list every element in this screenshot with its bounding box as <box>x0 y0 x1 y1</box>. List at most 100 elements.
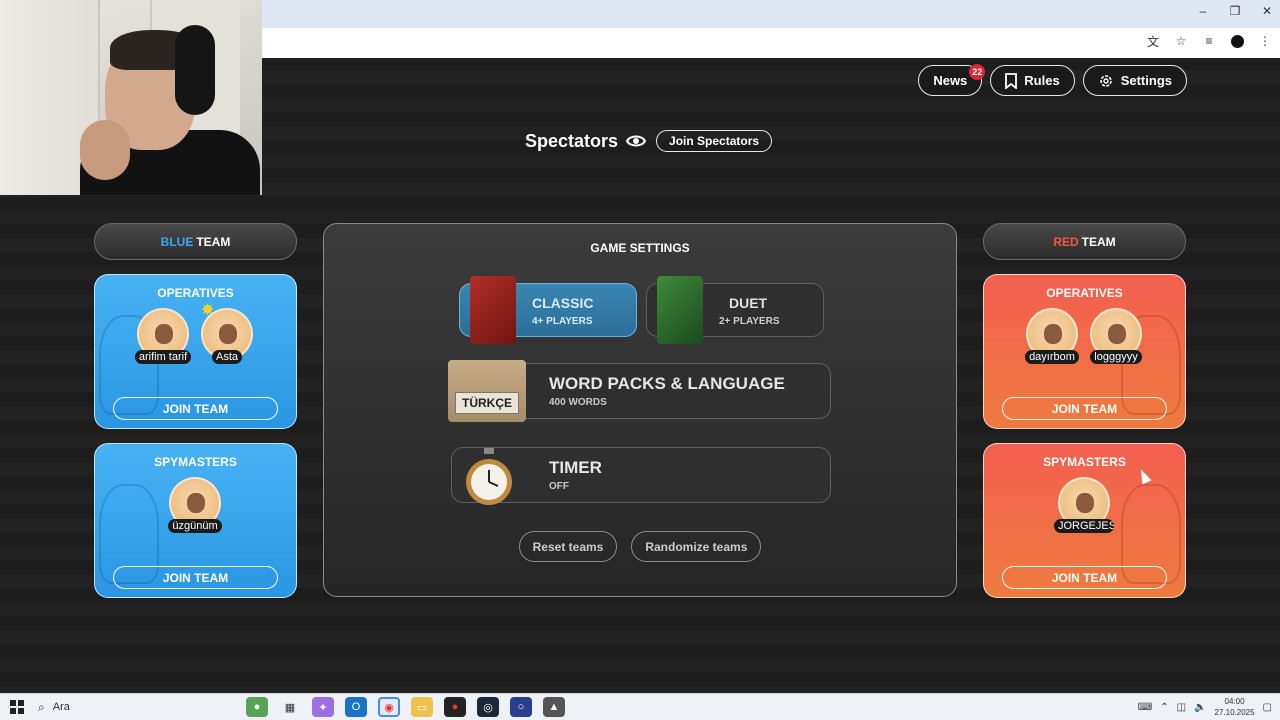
join-blue-operatives-button[interactable]: JOIN TEAM <box>113 397 278 420</box>
notifications-icon[interactable]: ▢ <box>1263 702 1272 713</box>
red-team-color-word: RED <box>1053 234 1079 249</box>
player-card: logggyyy <box>1086 308 1146 379</box>
player-name: Asta <box>211 350 242 364</box>
timer-label: TIMER <box>549 458 602 477</box>
player-card: JORGEJES <box>1054 477 1114 548</box>
window-controls: – ❐ ✕ <box>1196 4 1274 18</box>
mode-duet-label: DUET <box>729 295 768 311</box>
panel-title: OPERATIVES <box>1046 286 1123 300</box>
blue-operatives-panel: OPERATIVES arifim tarif ✸ Asta JOIN TEAM <box>94 274 297 429</box>
timer-sub: OFF <box>549 481 569 492</box>
outlook-icon[interactable]: O <box>345 697 367 717</box>
taskbar: ⌕ Ara ● ▦ ✦ O ◉ ▭ ● ◎ ○ ▲ ⌨ ⌃ ◫ 🔈 04:00 … <box>0 693 1280 720</box>
stopwatch-icon <box>466 448 512 505</box>
panel-title: SPYMASTERS <box>1043 455 1126 469</box>
word-packs-setting[interactable]: TÜRKÇE WORD PACKS & LANGUAGE 400 WORDS <box>448 360 831 422</box>
news-label: News <box>933 73 968 88</box>
taskbar-search[interactable]: ⌕ Ara <box>38 697 224 718</box>
steam-icon[interactable]: ◎ <box>477 697 499 717</box>
task-view-icon[interactable]: ▦ <box>279 697 301 717</box>
game-settings-title: GAME SETTINGS <box>590 241 690 255</box>
webcam-overlay <box>0 0 262 195</box>
rules-label: Rules <box>1024 73 1060 88</box>
player-card: üzgünüm <box>165 477 225 548</box>
media-icon[interactable]: ≡ <box>1202 34 1216 48</box>
browser-address-bar[interactable]: 文 ☆ ≡ ⋮ <box>260 28 1280 58</box>
mode-classic-sub: 4+ PLAYERS <box>532 316 593 327</box>
eye-icon <box>626 135 647 147</box>
gear-icon <box>1099 74 1112 87</box>
join-red-operatives-button[interactable]: JOIN TEAM <box>1002 397 1167 420</box>
bookmark-star-icon[interactable]: ☆ <box>1174 34 1188 48</box>
spectators-bar: Spectators Join Spectators <box>525 130 773 152</box>
restore-button[interactable]: ❐ <box>1228 4 1242 18</box>
volume-icon[interactable]: 🔈 <box>1194 702 1206 713</box>
top-nav: News 22 Rules Settings <box>918 64 1187 96</box>
language-sign-text: TÜRKÇE <box>455 392 519 414</box>
mode-classic[interactable]: CLASSIC 4+ PLAYERS <box>459 276 637 344</box>
chrome-icon[interactable]: ◉ <box>378 697 400 717</box>
blue-spymasters-panel: SPYMASTERS üzgünüm JOIN TEAM <box>94 443 297 598</box>
windows-start-icon[interactable] <box>10 700 24 714</box>
join-blue-spymasters-button[interactable]: JOIN TEAM <box>113 566 278 589</box>
red-spymasters-panel: SPYMASTERS JORGEJES JOIN TEAM <box>983 443 1186 598</box>
news-badge: 22 <box>969 64 986 80</box>
word-packs-label: WORD PACKS & LANGUAGE <box>549 374 785 393</box>
minimize-button[interactable]: – <box>1196 4 1210 18</box>
app-circle-icon[interactable]: ○ <box>510 697 532 717</box>
browser-toolbar-icons: 文 ☆ ≡ ⋮ <box>1146 34 1272 49</box>
search-placeholder: Ara <box>52 701 70 713</box>
fruit-widget-icon[interactable]: ● <box>246 697 268 717</box>
red-team-header: RED TEAM <box>983 223 1186 260</box>
clock-date: 27.10.2025 <box>1214 708 1255 717</box>
randomize-teams-button[interactable]: Randomize teams <box>631 531 762 562</box>
game-settings-panel: GAME SETTINGS CLASSIC 4+ PLAYERS DUET 2+… <box>323 223 957 597</box>
team-actions: Reset teams Randomize teams <box>324 531 956 562</box>
mode-duet[interactable]: DUET 2+ PLAYERS <box>646 276 824 344</box>
system-tray: ⌨ ⌃ ◫ 🔈 04:00 27.10.2025 ▢ <box>1138 696 1272 718</box>
settings-button[interactable]: Settings <box>1082 65 1187 96</box>
timer-setting[interactable]: TIMER OFF <box>451 447 831 505</box>
close-button[interactable]: ✕ <box>1260 4 1274 18</box>
browser-title-bar: – ❐ ✕ <box>260 0 1280 28</box>
recorder-icon[interactable]: ● <box>444 697 466 717</box>
codenames-box-image <box>470 276 516 344</box>
player-name: logggyyy <box>1090 350 1142 364</box>
profile-icon[interactable] <box>1230 34 1244 48</box>
more-menu-icon[interactable]: ⋮ <box>1258 34 1272 48</box>
reset-teams-button[interactable]: Reset teams <box>518 531 618 562</box>
panel-title: SPYMASTERS <box>154 455 237 469</box>
page: – ❐ ✕ 文 ☆ ≡ ⋮ News 22 Rules Settings Spe… <box>0 0 1280 720</box>
player-card: dayırbom <box>1022 308 1082 379</box>
player-name: JORGEJES <box>1054 519 1114 533</box>
news-button[interactable]: News 22 <box>918 64 986 96</box>
join-spectators-button[interactable]: Join Spectators <box>656 130 773 152</box>
language-sign: TÜRKÇE <box>448 360 526 422</box>
codenames-duet-box-image <box>657 276 703 344</box>
clock-time: 04:00 <box>1224 697 1245 706</box>
bookmark-icon <box>1005 72 1018 89</box>
red-team-label: TEAM <box>1081 234 1116 249</box>
search-icon: ⌕ <box>38 699 45 714</box>
blue-team-color-word: BLUE <box>160 234 194 249</box>
mode-classic-label: CLASSIC <box>532 295 594 311</box>
player-name: üzgünüm <box>168 519 222 533</box>
translate-icon[interactable]: 文 <box>1146 34 1160 49</box>
copilot-icon[interactable]: ✦ <box>312 697 334 717</box>
chevron-up-icon[interactable]: ⌃ <box>1160 702 1168 713</box>
join-red-spymasters-button[interactable]: JOIN TEAM <box>1002 566 1167 589</box>
taskbar-clock[interactable]: 04:00 27.10.2025 <box>1215 696 1255 718</box>
rules-button[interactable]: Rules <box>990 65 1075 96</box>
player-card: ✸ Asta <box>197 302 257 379</box>
taskbar-apps: ● ▦ ✦ O ◉ ▭ ● ◎ ○ ▲ <box>246 697 565 717</box>
keyboard-icon[interactable]: ⌨ <box>1138 702 1152 713</box>
file-explorer-icon[interactable]: ▭ <box>411 697 433 717</box>
word-packs-sub: 400 WORDS <box>549 397 607 408</box>
panel-title: OPERATIVES <box>157 286 234 300</box>
mode-duet-sub: 2+ PLAYERS <box>719 316 780 327</box>
network-icon[interactable]: ◫ <box>1177 702 1186 713</box>
player-card: arifim tarif <box>133 308 193 379</box>
blue-team-header: BLUE TEAM <box>94 223 297 260</box>
player-name: arifim tarif <box>134 350 192 364</box>
game-app-icon[interactable]: ▲ <box>543 697 565 717</box>
